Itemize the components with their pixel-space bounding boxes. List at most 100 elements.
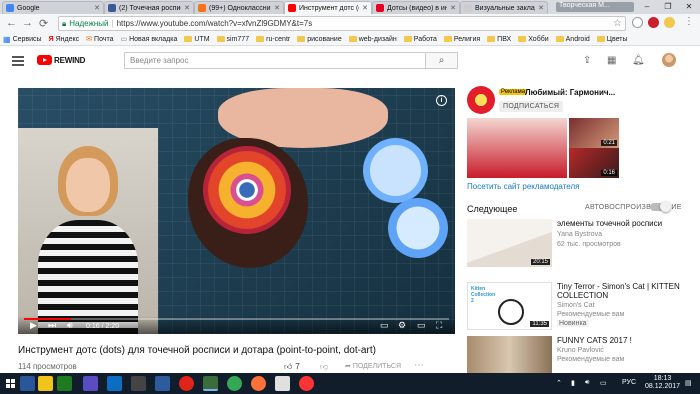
yandex-browser-taskbar-icon[interactable] [299,376,314,391]
close-tab-icon[interactable]: ✕ [274,4,280,12]
fullscreen-icon[interactable]: ⛶ [436,320,442,331]
avatar-extension-icon[interactable] [664,17,675,28]
language-indicator[interactable]: РУС [622,379,636,386]
autoplay-toggle[interactable] [650,201,671,212]
search-button[interactable]: ⌕ [426,52,458,69]
recommendation-title[interactable]: элементы точечной росписи [557,219,692,228]
opera-taskbar-icon[interactable] [179,376,194,391]
pinterest-extension-icon[interactable] [648,17,659,28]
youtube-logo[interactable]: REWIND [37,55,85,65]
app-taskbar-icon[interactable] [275,376,290,391]
minimize-button[interactable]: – [636,0,658,13]
search-input[interactable]: Введите запрос [124,52,426,69]
url-text[interactable]: https://www.youtube.com/watch?v=xfvnZl9G… [117,19,313,28]
subscribe-button[interactable]: ПОДПИСАТЬСЯ [499,101,564,112]
extension-icon[interactable] [632,17,643,28]
volume-icon[interactable]: 🔊︎ [67,320,73,331]
ad-main-thumbnail[interactable] [467,118,567,178]
word-taskbar-icon[interactable] [20,376,35,391]
like-button[interactable]: 👍︎ 7 [284,362,300,372]
visit-advertiser-link[interactable]: Посетить сайт рекламодателя [467,182,579,191]
play-icon[interactable]: ▶ [30,320,37,331]
image-viewer-taskbar-icon[interactable] [155,376,170,391]
bookmark-new-tab[interactable]: ▭ Новая вкладка [120,35,177,44]
file-taskbar-icon[interactable] [203,376,218,391]
info-icon[interactable]: i [436,95,447,106]
bookmark-yandex[interactable]: Я Яндекс [49,36,80,43]
share-button[interactable]: ➦ ПОДЕЛИТЬСЯ [345,362,401,370]
explorer-taskbar-icon[interactable] [38,376,53,391]
close-tab-icon[interactable]: ✕ [538,4,544,12]
bookmark-folder-pvc[interactable]: ПВХ [487,36,511,43]
bookmark-folder-utm[interactable]: UTM [184,36,210,43]
theater-mode-icon[interactable]: ▭ [417,320,426,331]
system-clock[interactable]: 18:13 08.12.2017 [645,375,680,391]
forward-button[interactable]: → [22,17,33,29]
omnibox[interactable]: 🔒︎ Надежный | https://www.youtube.com/wa… [58,16,626,31]
bookmark-mail[interactable]: ✉ Почта [86,35,113,44]
bookmark-folder-android[interactable]: Android [555,36,590,43]
close-tab-icon[interactable]: ✕ [450,4,456,12]
next-icon[interactable]: ⏭︎ [48,320,56,331]
bookmark-folder-sim777[interactable]: sim777 [216,36,249,43]
notifications-icon[interactable]: ▤ [685,379,692,387]
recommendation-item[interactable]: Kitten Collection 2 11:35 Tiny Terror - … [467,282,692,332]
tab-google[interactable]: Google ✕ [2,1,104,14]
reload-button[interactable]: ⟳ [39,17,48,30]
app-taskbar-icon[interactable] [83,376,98,391]
tray-expand-icon[interactable]: ⌃ [556,379,562,387]
maximize-button[interactable]: ❐ [657,0,679,13]
ad-channel-title[interactable]: Любимый: Гармонич... [525,88,615,97]
more-actions-icon[interactable]: ⋯ [414,360,424,371]
tab-facebook[interactable]: (2) Точечная роспис ✕ [104,1,194,14]
account-avatar[interactable] [662,53,676,67]
subtitles-icon[interactable]: ▭ [380,320,389,331]
recommendation-item[interactable]: 20:15 элементы точечной росписи Yana Bys… [467,219,692,269]
close-window-button[interactable]: ✕ [678,0,700,13]
upload-icon[interactable]: ⇪ [583,55,591,66]
advertiser-logo[interactable] [467,86,495,114]
windows-start-icon[interactable] [6,379,15,388]
video-thumbnail[interactable]: 20:15 [467,219,552,267]
terminal-taskbar-icon[interactable] [131,376,146,391]
tab-visual-bookmarks[interactable]: Визуальные закладк ✕ [460,1,548,14]
bookmark-folder-work[interactable]: Работа [403,36,437,43]
recommendation-title[interactable]: Tiny Terror - Simon's Cat | KITTEN COLLE… [557,282,692,300]
apps-grid-icon[interactable]: ▦ [607,55,616,66]
recommendation-title[interactable]: FUNNY CATS 2017 ! [557,336,692,345]
bookmark-folder-flowers[interactable]: Цветы [596,36,628,43]
video-player[interactable]: i ▶ ⏭︎ 🔊︎ 0:16 / 2:20 ▭ ⚙ ▭ ⛶ [18,88,455,334]
back-button[interactable]: ← [6,17,17,29]
save-taskbar-icon[interactable] [107,376,122,391]
battery-icon[interactable]: ▭ [600,379,607,387]
video-thumbnail[interactable]: Kitten Collection 2 11:35 [467,282,552,330]
browser-profile-label[interactable]: Творческая М... [556,2,634,12]
ad-thumbnail[interactable]: 0:21 [569,118,619,148]
bookmark-folder-webdesign[interactable]: web-дизайн [348,36,397,43]
close-tab-icon[interactable]: ✕ [184,4,190,12]
firefox-taskbar-icon[interactable] [251,376,266,391]
close-tab-icon[interactable]: ✕ [362,4,368,12]
bookmark-folder-hobby[interactable]: Хобби [518,36,549,43]
bookmark-folder-ru-centr[interactable]: ru-centr [256,36,290,43]
tab-pinterest[interactable]: Дотсы (видео) в инт ✕ [372,1,460,14]
notifications-bell-icon[interactable]: 🔔︎ [632,55,645,66]
browser-menu-icon[interactable]: ⋮ [684,16,694,27]
tab-youtube-active[interactable]: Инструмент дотс (d ✕ [284,1,372,14]
excel-taskbar-icon[interactable] [57,376,72,391]
bookmark-services[interactable]: ▦ Сервисы [3,35,42,44]
network-icon[interactable]: ▮ [571,379,575,387]
bookmark-folder-drawing[interactable]: рисование [297,36,342,43]
tab-odnoklassniki[interactable]: (99+) Одноклассни ✕ [194,1,284,14]
ad-thumbnail[interactable]: 0:16 [569,148,619,178]
settings-icon[interactable]: ⚙ [398,320,406,331]
chrome-taskbar-icon[interactable] [227,376,242,391]
close-tab-icon[interactable]: ✕ [94,4,100,12]
volume-tray-icon[interactable]: 🔊︎ [585,379,589,387]
ad-duration: 0:16 [601,170,617,176]
bookmark-star-icon[interactable]: ☆ [613,18,622,29]
guide-menu-icon[interactable] [12,56,24,66]
dislike-button[interactable]: 👎︎ [320,362,328,372]
view-count: 114 просмотров [18,362,77,371]
bookmark-folder-religion[interactable]: Религия [443,36,480,43]
